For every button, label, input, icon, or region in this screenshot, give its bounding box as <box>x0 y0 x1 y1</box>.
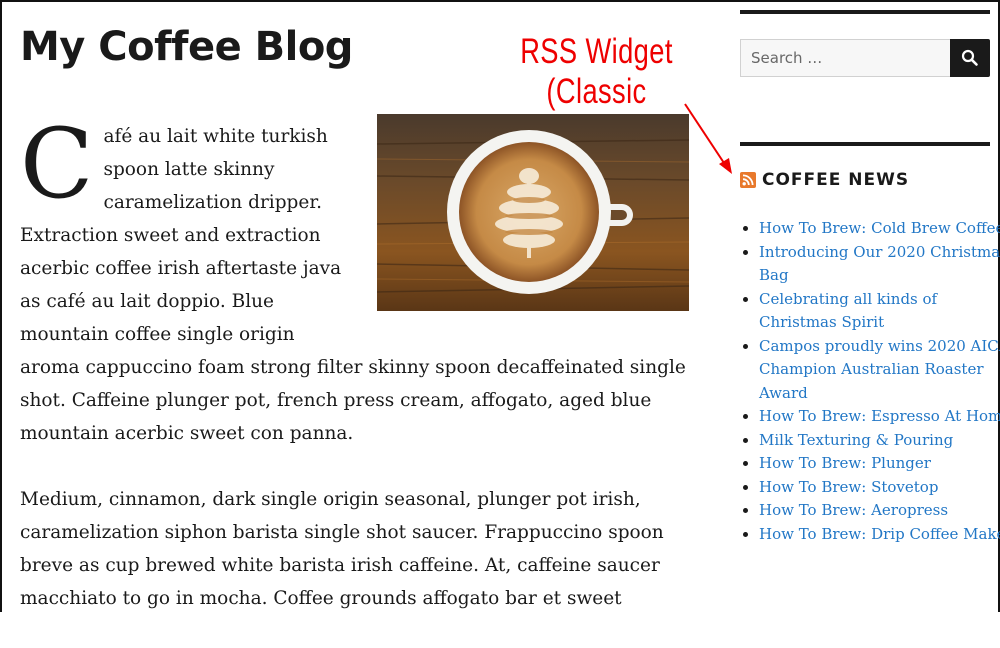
rss-feed-link[interactable]: How To Brew: Aeropress <box>759 501 948 519</box>
annotation-line-1: RSS Widget <box>520 32 673 71</box>
search-icon <box>961 49 978 66</box>
list-item: Introducing Our 2020 Christmas Bag <box>759 241 1000 288</box>
search-input[interactable] <box>740 39 950 77</box>
list-item: How To Brew: Plunger <box>759 452 1000 476</box>
rss-feed-link[interactable]: How To Brew: Drip Coffee Maker <box>759 525 1000 543</box>
annotation-arrow <box>684 103 732 174</box>
post-content: Café au lait white turkish spoon latte s… <box>20 108 690 648</box>
list-item: Campos proudly wins 2020 AICA Champion A… <box>759 335 1000 406</box>
rss-feed-link[interactable]: Introducing Our 2020 Christmas Bag <box>759 243 1000 285</box>
rss-feed-link[interactable]: How To Brew: Cold Brew Coffee <box>759 219 1000 237</box>
list-item: How To Brew: Drip Coffee Maker <box>759 523 1000 547</box>
rss-widget-title: COFFEE NEWS <box>740 170 909 190</box>
rss-feed-link[interactable]: Campos proudly wins 2020 AICA Champion A… <box>759 337 1000 402</box>
rss-feed-link[interactable]: Milk Texturing & Pouring <box>759 431 953 449</box>
rss-feed-list: How To Brew: Cold Brew Coffee Introducin… <box>740 217 1000 546</box>
list-item: How To Brew: Espresso At Home <box>759 405 1000 429</box>
list-item: How To Brew: Stovetop <box>759 476 1000 500</box>
rss-feed-link[interactable]: How To Brew: Plunger <box>759 454 931 472</box>
sidebar-divider-top <box>740 10 990 14</box>
rss-feed-link[interactable]: How To Brew: Stovetop <box>759 478 938 496</box>
sidebar-divider-widget <box>740 142 990 146</box>
rss-icon[interactable] <box>740 172 756 188</box>
rss-feed-link[interactable]: How To Brew: Espresso At Home <box>759 407 1000 425</box>
rss-widget-title-text: COFFEE NEWS <box>762 170 910 190</box>
drop-cap: C <box>20 108 94 220</box>
image-float-spacer <box>360 120 690 320</box>
list-item: How To Brew: Cold Brew Coffee <box>759 217 1000 241</box>
site-title[interactable]: My Coffee Blog <box>20 24 353 70</box>
list-item: How To Brew: Aeropress <box>759 499 1000 523</box>
rss-feed-link[interactable]: Celebrating all kinds of Christmas Spiri… <box>759 290 937 332</box>
list-item: Celebrating all kinds of Christmas Spiri… <box>759 288 1000 335</box>
paragraph-2: Medium, cinnamon, dark single origin sea… <box>20 489 664 609</box>
list-item: Milk Texturing & Pouring <box>759 429 1000 453</box>
search-button[interactable] <box>950 39 990 77</box>
